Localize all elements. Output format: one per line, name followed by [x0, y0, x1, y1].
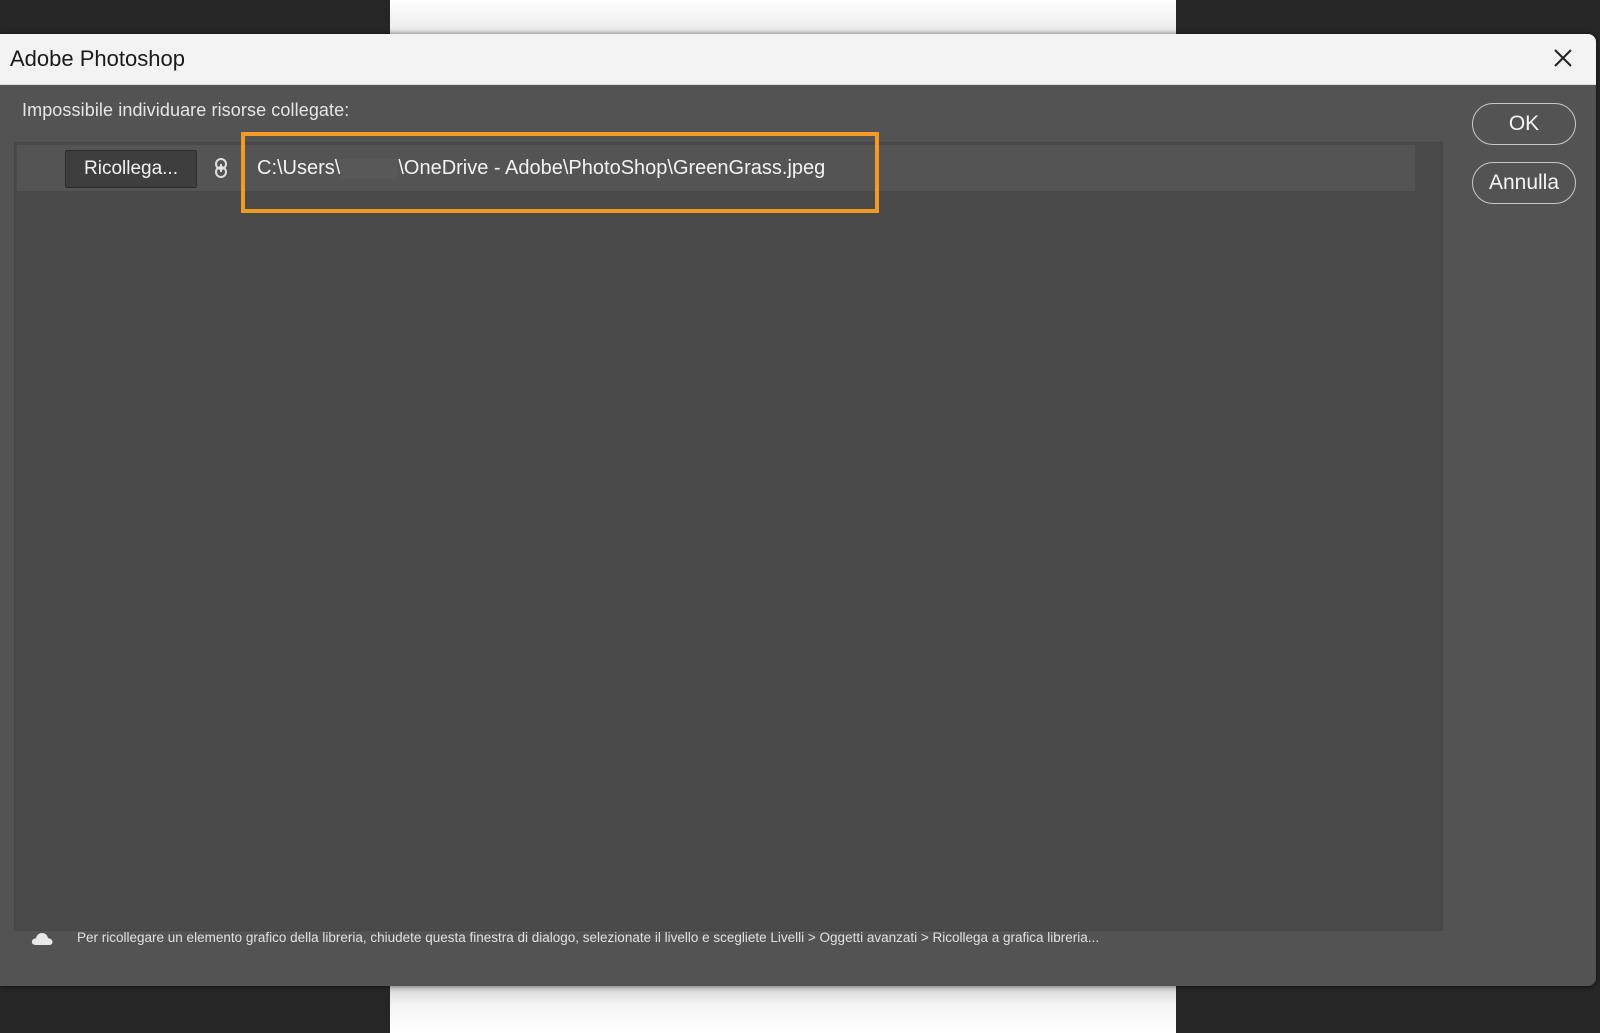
- link-icon: [213, 157, 229, 179]
- background-document-bottom: [390, 985, 1176, 1033]
- list-item: Ricollega... C:\Users\ \OneDrive - Adobe\…: [17, 145, 1415, 191]
- path-suffix: \OneDrive - Adobe\PhotoShop\GreenGrass.j…: [398, 157, 826, 179]
- close-button[interactable]: [1548, 44, 1578, 74]
- path-prefix: C:\Users\: [257, 157, 341, 179]
- cloud-icon: [30, 930, 54, 948]
- close-icon: [1554, 49, 1572, 67]
- relink-button[interactable]: Ricollega...: [65, 150, 197, 188]
- cancel-button[interactable]: Annulla: [1472, 162, 1576, 204]
- ok-button[interactable]: OK: [1472, 103, 1576, 145]
- missing-file-path: C:\Users\ \OneDrive - Adobe\PhotoShop\Gre…: [257, 157, 825, 180]
- missing-links-dialog: Adobe Photoshop Impossibile individuare …: [0, 34, 1596, 986]
- redacted-username: [340, 158, 399, 179]
- dialog-heading: Impossibile individuare risorse collegat…: [22, 100, 350, 120]
- title-bar: Adobe Photoshop: [0, 34, 1596, 85]
- window-title: Adobe Photoshop: [10, 46, 185, 71]
- footer-note: Per ricollegare un elemento grafico dell…: [77, 930, 1100, 945]
- missing-items-list: Ricollega... C:\Users\ \OneDrive - Adobe\…: [14, 142, 1443, 931]
